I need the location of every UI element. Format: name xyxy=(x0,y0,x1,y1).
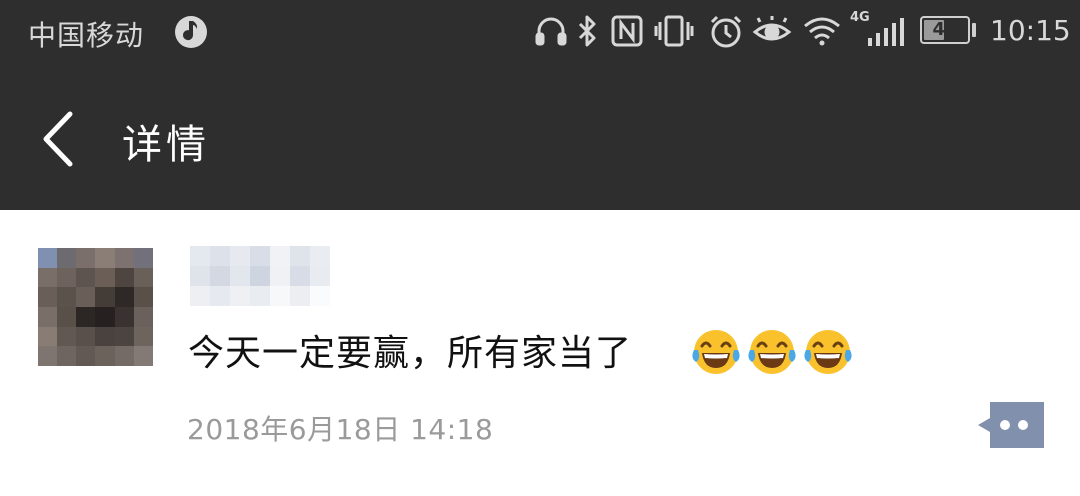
back-button[interactable] xyxy=(30,106,90,172)
nfc-icon xyxy=(610,14,644,52)
signal-icon xyxy=(866,14,906,52)
vibrate-icon xyxy=(654,14,694,52)
carrier-name: 中国移动 xyxy=(28,19,145,52)
avatar[interactable] xyxy=(38,248,153,366)
headphones-icon xyxy=(534,14,568,52)
alarm-icon xyxy=(708,14,744,54)
eye-icon xyxy=(752,14,792,52)
nav-bar: 详情 xyxy=(0,68,1080,210)
battery-tip xyxy=(972,23,976,37)
wifi-icon xyxy=(802,14,842,52)
page-title: 详情 xyxy=(122,122,210,168)
post-message: 今天一定要赢，所有家当了 xyxy=(188,333,633,374)
comment-more-button[interactable] xyxy=(978,402,1044,448)
tears-of-joy-emoji xyxy=(746,326,798,382)
username-blurred[interactable] xyxy=(190,246,330,306)
tears-of-joy-emoji xyxy=(802,326,854,382)
bluetooth-icon xyxy=(574,14,602,52)
music-icon xyxy=(174,15,208,53)
status-time: 10:15 xyxy=(990,14,1071,47)
status-bar: 中国移动 4G 47 10:15 xyxy=(0,0,1080,68)
post-timestamp: 2018年6月18日 14:18 xyxy=(187,413,494,446)
chevron-left-icon xyxy=(43,111,73,167)
tears-of-joy-emoji xyxy=(690,326,742,382)
battery-percent: 47 xyxy=(932,19,958,40)
comment-more-icon xyxy=(978,402,1044,448)
battery-icon: 47 xyxy=(920,16,970,44)
